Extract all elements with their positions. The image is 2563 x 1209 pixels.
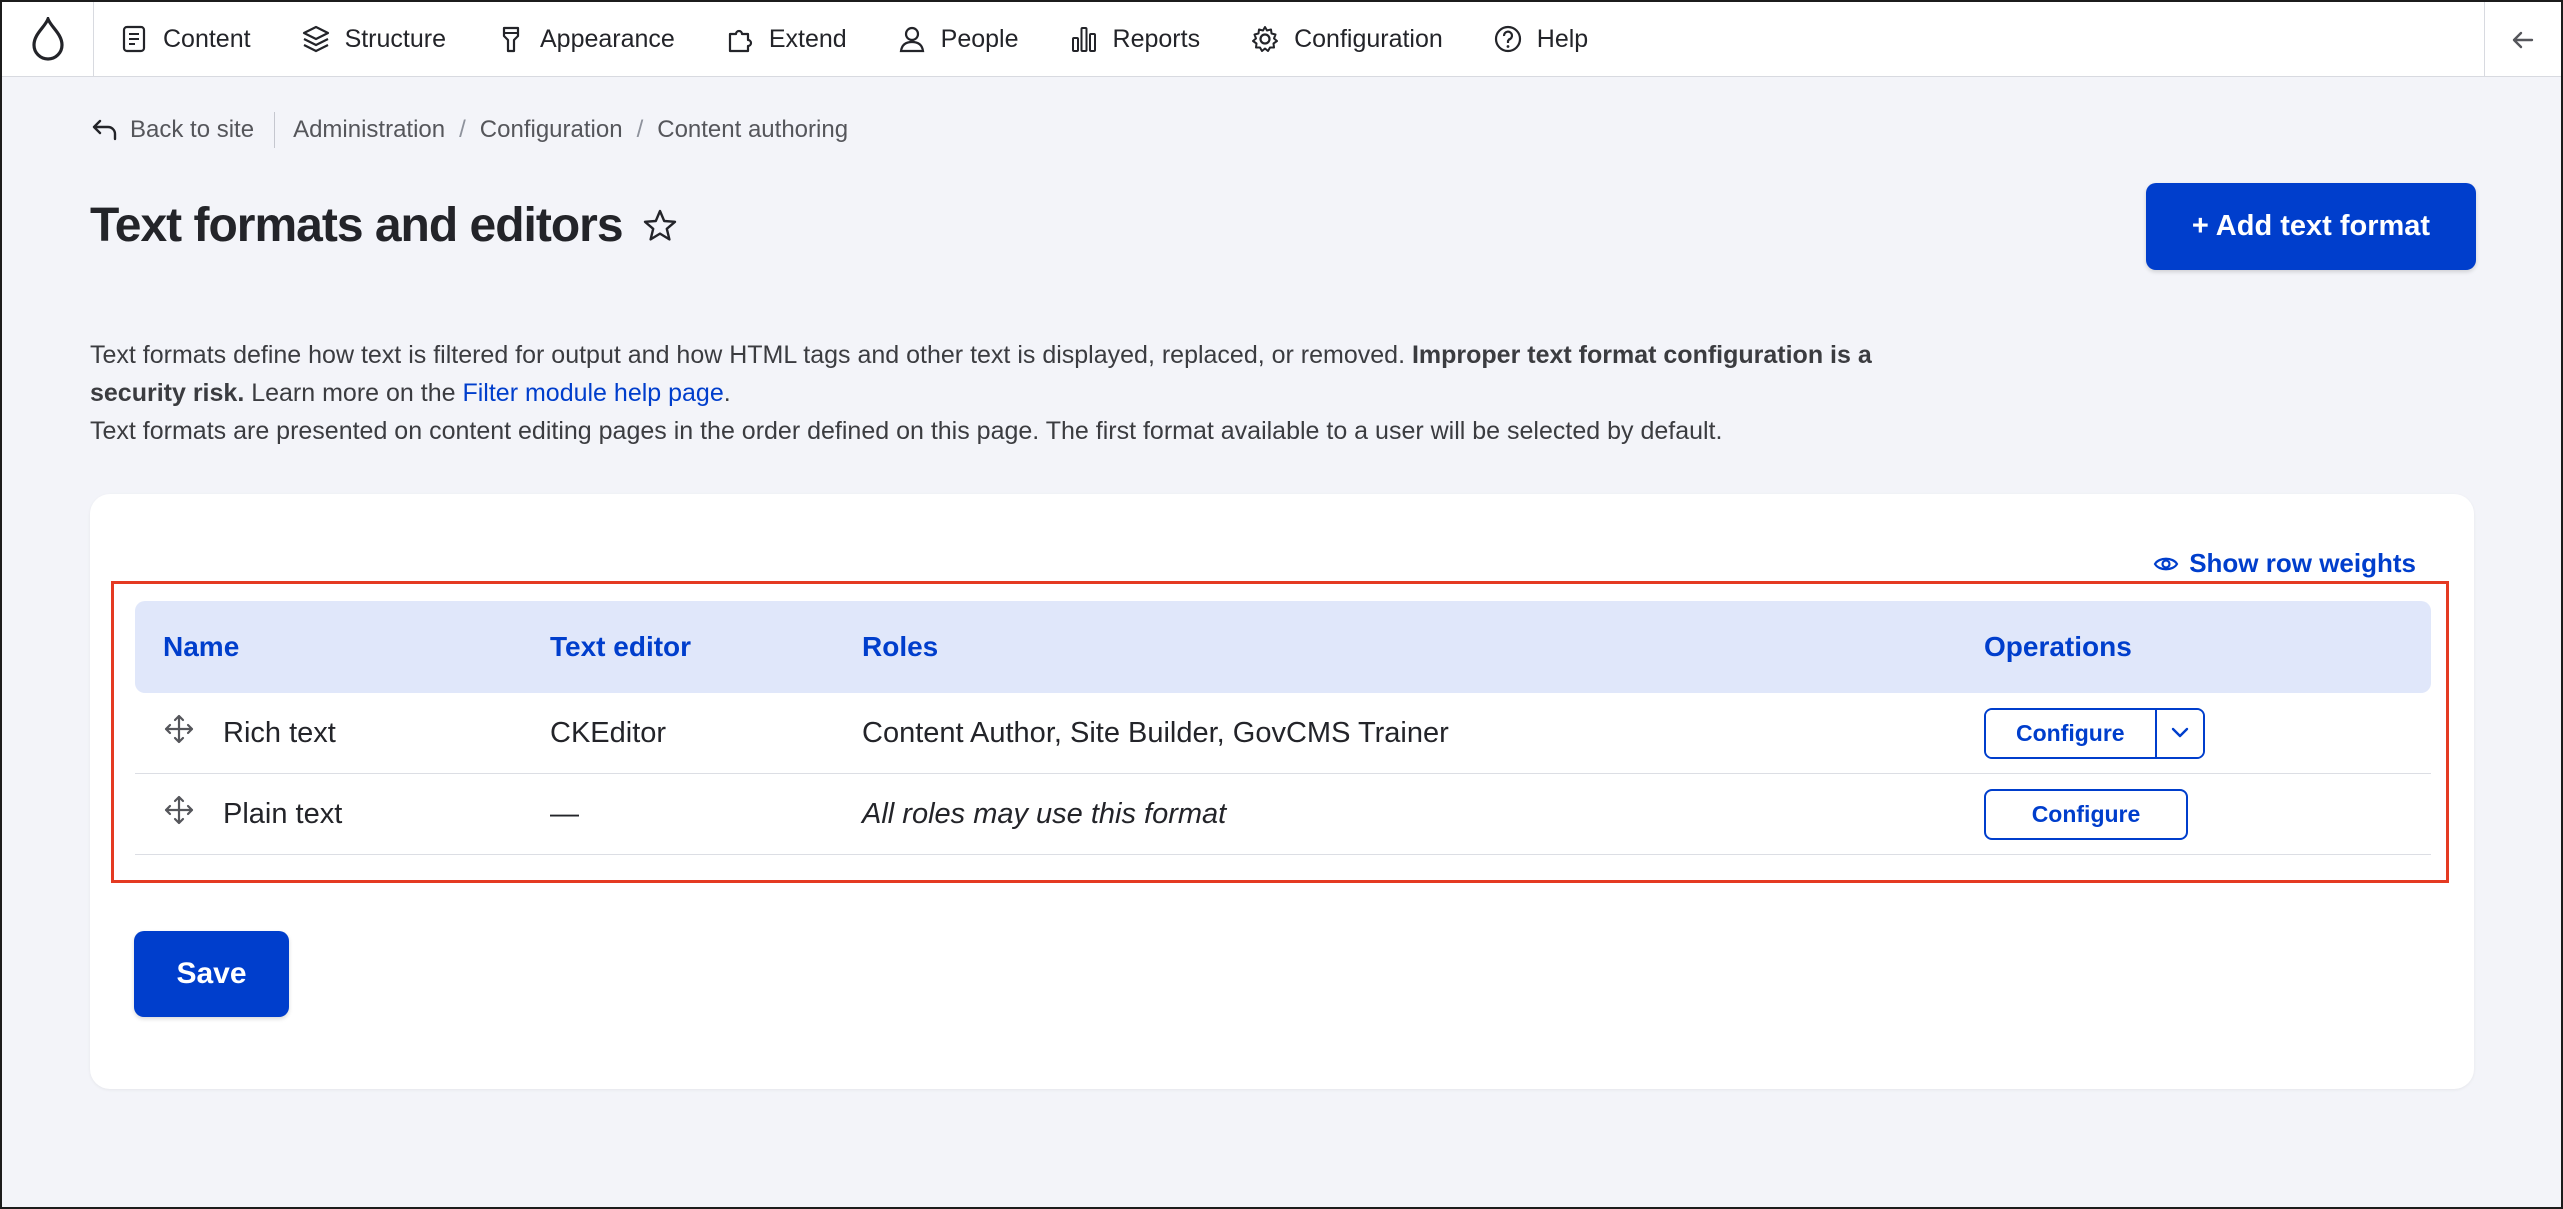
- roles-cell: Content Author, Site Builder, GovCMS Tra…: [862, 716, 1449, 749]
- title-row: Text formats and editors: [90, 198, 679, 253]
- nav-extend[interactable]: Extend: [700, 2, 872, 77]
- breadcrumb-separator: /: [636, 116, 644, 143]
- chevron-down-icon: [2171, 727, 2188, 738]
- puzzle-icon: [728, 29, 752, 53]
- header-name: Name: [163, 631, 240, 662]
- nav-label: Reports: [1112, 24, 1201, 53]
- description-order-text: Text formats are presented on content ed…: [90, 417, 1723, 445]
- text-editor-cell: CKEditor: [550, 716, 667, 749]
- show-row-weights-label: Show row weights: [2189, 548, 2416, 578]
- nav-configuration[interactable]: Configuration: [1225, 2, 1468, 77]
- collapse-sidebar-button[interactable]: [2484, 2, 2561, 77]
- nav-label: Help: [1536, 24, 1589, 53]
- breadcrumb-separator: /: [459, 116, 466, 143]
- format-name: Plain text: [223, 797, 343, 830]
- operations-cell: Configure: [1984, 788, 2431, 840]
- description-text: Learn more on the: [244, 379, 463, 407]
- app-frame: Content Structure Appearance Extend Peop…: [0, 0, 2563, 1209]
- table-row: Plain text — All roles may use this form…: [135, 774, 2431, 855]
- document-icon: [122, 25, 146, 53]
- bar-chart-icon: [1071, 27, 1096, 52]
- configure-button[interactable]: Configure: [1984, 788, 2188, 840]
- save-button[interactable]: Save: [134, 931, 289, 1017]
- page-title: Text formats and editors: [90, 199, 624, 252]
- operations-dropbutton: Configure: [1984, 707, 2205, 759]
- breadcrumb-trail: Administration / Configuration / Content…: [275, 116, 848, 144]
- nav-structure[interactable]: Structure: [276, 2, 471, 77]
- back-arrow-icon: [92, 119, 117, 141]
- table-row: Rich text CKEditor Content Author, Site …: [135, 693, 2431, 774]
- formats-table: Name Text editor Roles Operations Rich t…: [135, 601, 2431, 855]
- arrow-left-icon: [2512, 31, 2534, 48]
- format-name: Rich text: [223, 716, 336, 749]
- page-description: Text formats define how text is filtered…: [90, 336, 1950, 450]
- nav-help[interactable]: Help: [1468, 2, 1613, 77]
- show-row-weights-button[interactable]: Show row weights: [2153, 548, 2416, 579]
- name-cell: Rich text: [135, 713, 550, 753]
- nav-label: Content: [163, 24, 251, 53]
- layers-icon: [302, 25, 329, 53]
- configure-button[interactable]: Configure: [1986, 709, 2155, 757]
- description-text: .: [723, 379, 731, 407]
- admin-toolbar: Content Structure Appearance Extend Peop…: [2, 2, 2561, 77]
- nav-label: People: [940, 24, 1019, 53]
- description-text: Text formats define how text is filtered…: [90, 341, 1412, 369]
- table-header: Name Text editor Roles Operations: [135, 601, 2431, 693]
- operations-cell: Configure: [1984, 707, 2431, 759]
- drop-icon: [31, 17, 64, 61]
- add-text-format-button[interactable]: + Add text format: [2146, 183, 2476, 270]
- brush-icon: [502, 26, 520, 53]
- main-nav: Content Structure Appearance Extend Peop…: [94, 2, 1613, 77]
- text-editor-cell: —: [550, 797, 579, 830]
- drupal-logo[interactable]: [2, 2, 94, 77]
- header-text-editor: Text editor: [550, 631, 692, 662]
- breadcrumb: Back to site Administration / Configurat…: [90, 112, 848, 148]
- nav-label: Configuration: [1294, 24, 1443, 53]
- help-icon: [1494, 25, 1521, 53]
- eye-icon: [2153, 557, 2179, 570]
- nav-people[interactable]: People: [872, 2, 1044, 77]
- back-to-site-label: Back to site: [130, 116, 255, 143]
- nav-label: Appearance: [540, 24, 675, 53]
- nav-label: Structure: [344, 24, 446, 53]
- roles-cell: All roles may use this format: [862, 797, 1227, 830]
- formats-card: Show row weights Name Text editor Roles …: [90, 494, 2474, 1089]
- breadcrumb-content-authoring[interactable]: Content authoring: [657, 116, 848, 144]
- header-operations: Operations: [1984, 631, 2132, 662]
- star-icon[interactable]: [641, 207, 679, 245]
- nav-content[interactable]: Content: [94, 2, 276, 77]
- breadcrumb-configuration[interactable]: Configuration: [480, 116, 623, 144]
- drag-handle-icon[interactable]: [163, 794, 195, 834]
- breadcrumb-administration[interactable]: Administration: [293, 116, 445, 144]
- nav-appearance[interactable]: Appearance: [471, 2, 700, 77]
- gear-icon: [1252, 26, 1279, 52]
- more-operations-toggle[interactable]: [2154, 709, 2203, 757]
- back-to-site-link[interactable]: Back to site: [90, 112, 276, 148]
- person-icon: [899, 26, 924, 53]
- nav-reports[interactable]: Reports: [1044, 2, 1226, 77]
- header-roles: Roles: [862, 631, 939, 662]
- nav-label: Extend: [768, 24, 847, 53]
- name-cell: Plain text: [135, 794, 550, 834]
- drag-handle-icon[interactable]: [163, 713, 195, 753]
- filter-help-link[interactable]: Filter module help page: [462, 379, 723, 407]
